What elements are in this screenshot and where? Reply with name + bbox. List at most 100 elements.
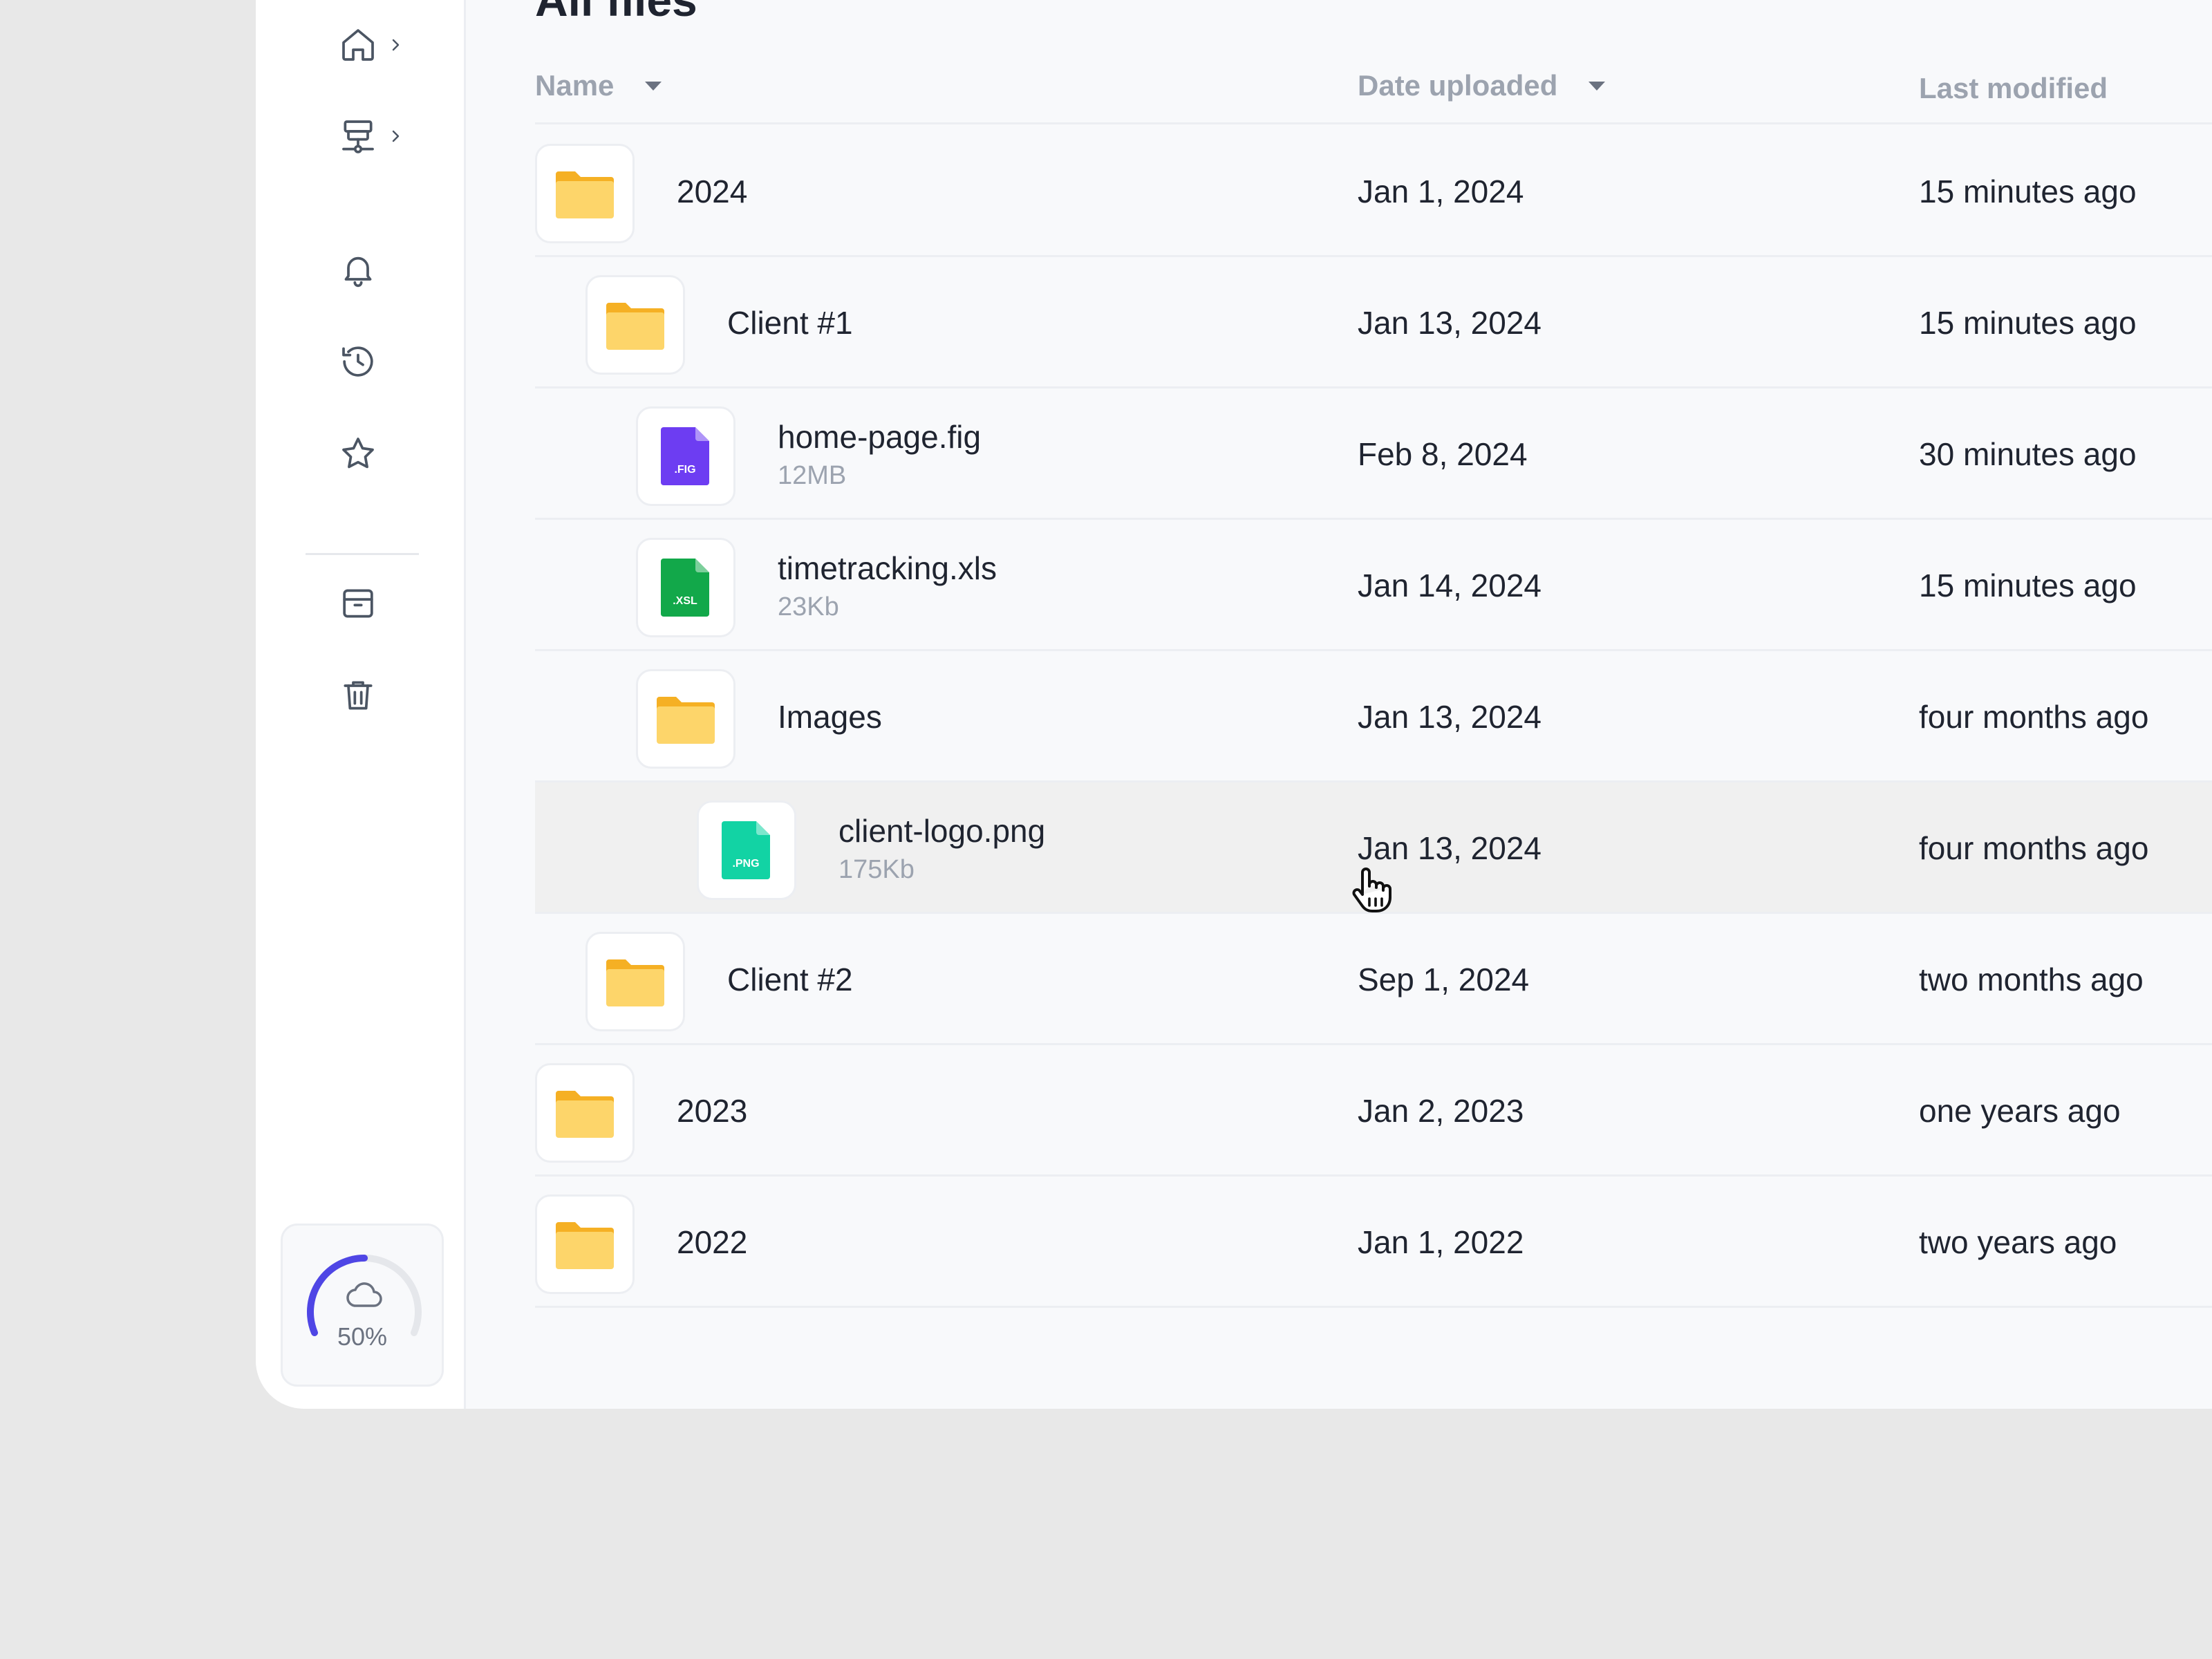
item-name-block: Client #1 bbox=[727, 257, 853, 388]
folder-thumbnail bbox=[535, 1194, 635, 1294]
table-row[interactable]: 2023 Jan 2, 2023 one years ago bbox=[535, 1045, 2212, 1177]
column-header-name-label: Name bbox=[535, 69, 615, 102]
folder-icon bbox=[606, 303, 664, 350]
sidebar-item-history[interactable] bbox=[339, 330, 435, 393]
home-icon bbox=[342, 29, 374, 61]
column-header-date-uploaded[interactable]: Date uploaded bbox=[1358, 69, 1607, 102]
item-size: 12MB bbox=[778, 460, 847, 490]
item-size: 175Kb bbox=[838, 854, 915, 884]
date-uploaded-cell: Sep 1, 2024 bbox=[1358, 962, 1530, 997]
folder-icon bbox=[657, 697, 715, 744]
item-name-block: 2022 bbox=[677, 1177, 747, 1308]
item-name: home-page.fig bbox=[778, 418, 982, 455]
item-name: client-logo.png bbox=[838, 812, 1046, 849]
last-modified-cell: four months ago bbox=[1919, 699, 2149, 735]
sidebar: 50% bbox=[256, 0, 466, 1409]
history-icon bbox=[342, 346, 373, 377]
date-uploaded-cell: Jan 13, 2024 bbox=[1358, 305, 1542, 341]
file-type-badge: .PNG bbox=[732, 858, 759, 870]
table-row[interactable]: Images Jan 13, 2024 four months ago bbox=[535, 651, 2212, 782]
item-name-block: timetracking.xls 23Kb bbox=[778, 520, 997, 651]
last-modified-cell: two months ago bbox=[1919, 962, 2144, 997]
column-header-modified-label: Last modified bbox=[1919, 72, 2108, 104]
folder-icon bbox=[556, 1091, 614, 1138]
last-modified-cell: 15 minutes ago bbox=[1919, 305, 2137, 341]
item-name: Images bbox=[778, 699, 882, 735]
chevron-right-icon bbox=[392, 39, 400, 51]
file-thumbnail: .FIG bbox=[636, 406, 735, 506]
table-row[interactable]: Client #2 Sep 1, 2024 two months ago bbox=[535, 914, 2212, 1045]
column-header-date-label: Date uploaded bbox=[1358, 69, 1558, 102]
item-name-block: client-logo.png 175Kb bbox=[838, 782, 1045, 914]
sidebar-item-network[interactable] bbox=[339, 105, 435, 167]
last-modified-cell: one years ago bbox=[1919, 1093, 2121, 1129]
table-row[interactable]: .XSL timetracking.xls 23Kb Jan 14, 2024 15 m… bbox=[535, 520, 2212, 651]
folder-thumbnail bbox=[585, 932, 685, 1031]
archive-icon bbox=[343, 589, 373, 618]
folder-icon bbox=[556, 1222, 614, 1269]
date-uploaded-cell: Jan 2, 2023 bbox=[1358, 1093, 1524, 1129]
folder-thumbnail bbox=[585, 275, 685, 375]
png-file-icon: .PNG bbox=[722, 821, 770, 879]
page-title: All files bbox=[535, 0, 697, 26]
network-icon bbox=[342, 120, 374, 153]
item-name-block: Images bbox=[778, 651, 882, 782]
item-name-block: 2023 bbox=[677, 1045, 747, 1177]
date-uploaded-cell: Jan 1, 2022 bbox=[1358, 1224, 1524, 1260]
storage-percent: 50% bbox=[337, 1322, 388, 1351]
sidebar-item-home[interactable] bbox=[339, 14, 435, 76]
item-name-block: Client #2 bbox=[727, 914, 853, 1045]
item-name-block: home-page.fig 12MB bbox=[778, 388, 981, 520]
caret-down-icon bbox=[645, 82, 662, 91]
storage-gauge bbox=[307, 1255, 422, 1336]
item-size: 23Kb bbox=[778, 592, 839, 621]
main-content: All files Name Date uploaded Last modifi… bbox=[466, 0, 2212, 1409]
date-uploaded-cell: Jan 14, 2024 bbox=[1358, 568, 1542, 603]
sidebar-item-favorites[interactable] bbox=[339, 422, 435, 485]
item-name: Client #1 bbox=[727, 305, 853, 341]
table-row[interactable]: .FIG home-page.fig 12MB Feb 8, 2024 30 minut… bbox=[535, 388, 2212, 520]
sidebar-item-notifications[interactable] bbox=[339, 238, 435, 301]
item-name: 2024 bbox=[677, 174, 748, 209]
file-thumbnail: .PNG bbox=[697, 800, 796, 900]
app-window: 50% All files Name Date uploaded Last mo… bbox=[256, 0, 2212, 1409]
folder-thumbnail bbox=[535, 1063, 635, 1163]
caret-down-icon bbox=[1588, 82, 1606, 91]
folder-icon bbox=[606, 959, 664, 1006]
bell-icon bbox=[344, 256, 372, 288]
item-name: 2022 bbox=[677, 1224, 748, 1260]
sidebar-item-archive[interactable] bbox=[339, 572, 435, 635]
last-modified-cell: 15 minutes ago bbox=[1919, 174, 2137, 209]
date-uploaded-cell: Jan 13, 2024 bbox=[1358, 699, 1542, 735]
file-type-badge: .FIG bbox=[674, 464, 695, 476]
folder-icon bbox=[556, 171, 614, 218]
star-icon bbox=[342, 438, 374, 469]
column-header-last-modified[interactable]: Last modified bbox=[1919, 72, 2108, 105]
sidebar-divider bbox=[306, 553, 419, 555]
last-modified-cell: two years ago bbox=[1919, 1224, 2117, 1260]
hand-cursor-icon bbox=[1352, 868, 1391, 912]
item-name: Client #2 bbox=[727, 962, 853, 997]
column-header-name[interactable]: Name bbox=[535, 69, 664, 102]
fig-file-icon: .FIG bbox=[661, 427, 709, 485]
chevron-right-icon bbox=[392, 130, 400, 142]
last-modified-cell: 30 minutes ago bbox=[1919, 436, 2137, 472]
last-modified-cell: four months ago bbox=[1919, 830, 2149, 866]
cloud-icon bbox=[346, 1282, 382, 1307]
file-thumbnail: .XSL bbox=[636, 538, 735, 637]
item-name: timetracking.xls bbox=[778, 550, 997, 586]
last-modified-cell: 15 minutes ago bbox=[1919, 568, 2137, 603]
xsl-file-icon: .XSL bbox=[661, 559, 709, 617]
table-row[interactable]: 2022 Jan 1, 2022 two years ago bbox=[535, 1177, 2212, 1308]
trash-icon bbox=[344, 681, 373, 710]
table-header: Name Date uploaded Last modified bbox=[535, 55, 2212, 124]
sidebar-item-trash[interactable] bbox=[339, 664, 435, 727]
folder-thumbnail bbox=[636, 669, 735, 769]
folder-thumbnail bbox=[535, 144, 635, 243]
date-uploaded-cell: Jan 1, 2024 bbox=[1358, 174, 1524, 209]
storage-usage-widget[interactable]: 50% bbox=[281, 1224, 444, 1387]
table-row[interactable]: 2024 Jan 1, 2024 15 minutes ago bbox=[535, 126, 2212, 257]
table-row[interactable]: Client #1 Jan 13, 2024 15 minutes ago bbox=[535, 257, 2212, 388]
item-name-block: 2024 bbox=[677, 126, 747, 257]
date-uploaded-cell: Feb 8, 2024 bbox=[1358, 436, 1528, 472]
